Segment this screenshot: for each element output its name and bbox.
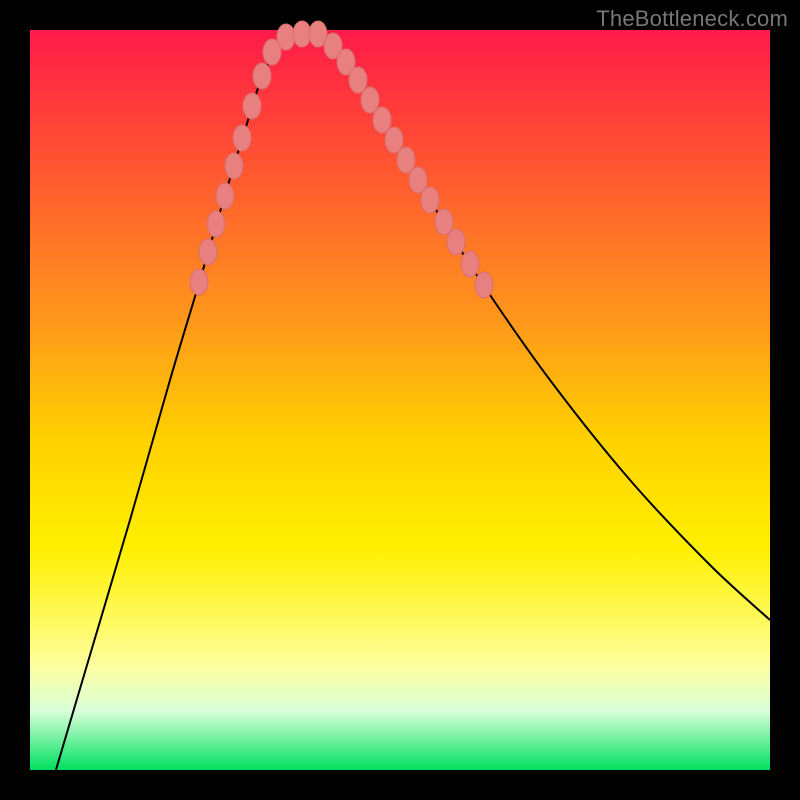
marker-dot [385, 127, 403, 153]
marker-dot [397, 147, 415, 173]
curve-path [50, 31, 770, 790]
marker-dot [373, 107, 391, 133]
bottleneck-curve [30, 30, 770, 770]
marker-dot [361, 87, 379, 113]
marker-dot [475, 272, 493, 298]
watermark-text: TheBottleneck.com [596, 6, 788, 32]
marker-group [190, 21, 493, 298]
marker-dot [233, 125, 251, 151]
marker-dot [243, 93, 261, 119]
marker-dot [447, 229, 465, 255]
marker-dot [253, 63, 271, 89]
marker-dot [421, 187, 439, 213]
marker-dot [277, 24, 295, 50]
marker-dot [293, 21, 311, 47]
marker-dot [461, 251, 479, 277]
marker-dot [216, 183, 234, 209]
marker-dot [199, 239, 217, 265]
marker-dot [207, 211, 225, 237]
marker-dot [225, 153, 243, 179]
chart-frame: TheBottleneck.com [0, 0, 800, 800]
marker-dot [435, 209, 453, 235]
marker-dot [409, 167, 427, 193]
marker-dot [190, 269, 208, 295]
marker-dot [349, 67, 367, 93]
